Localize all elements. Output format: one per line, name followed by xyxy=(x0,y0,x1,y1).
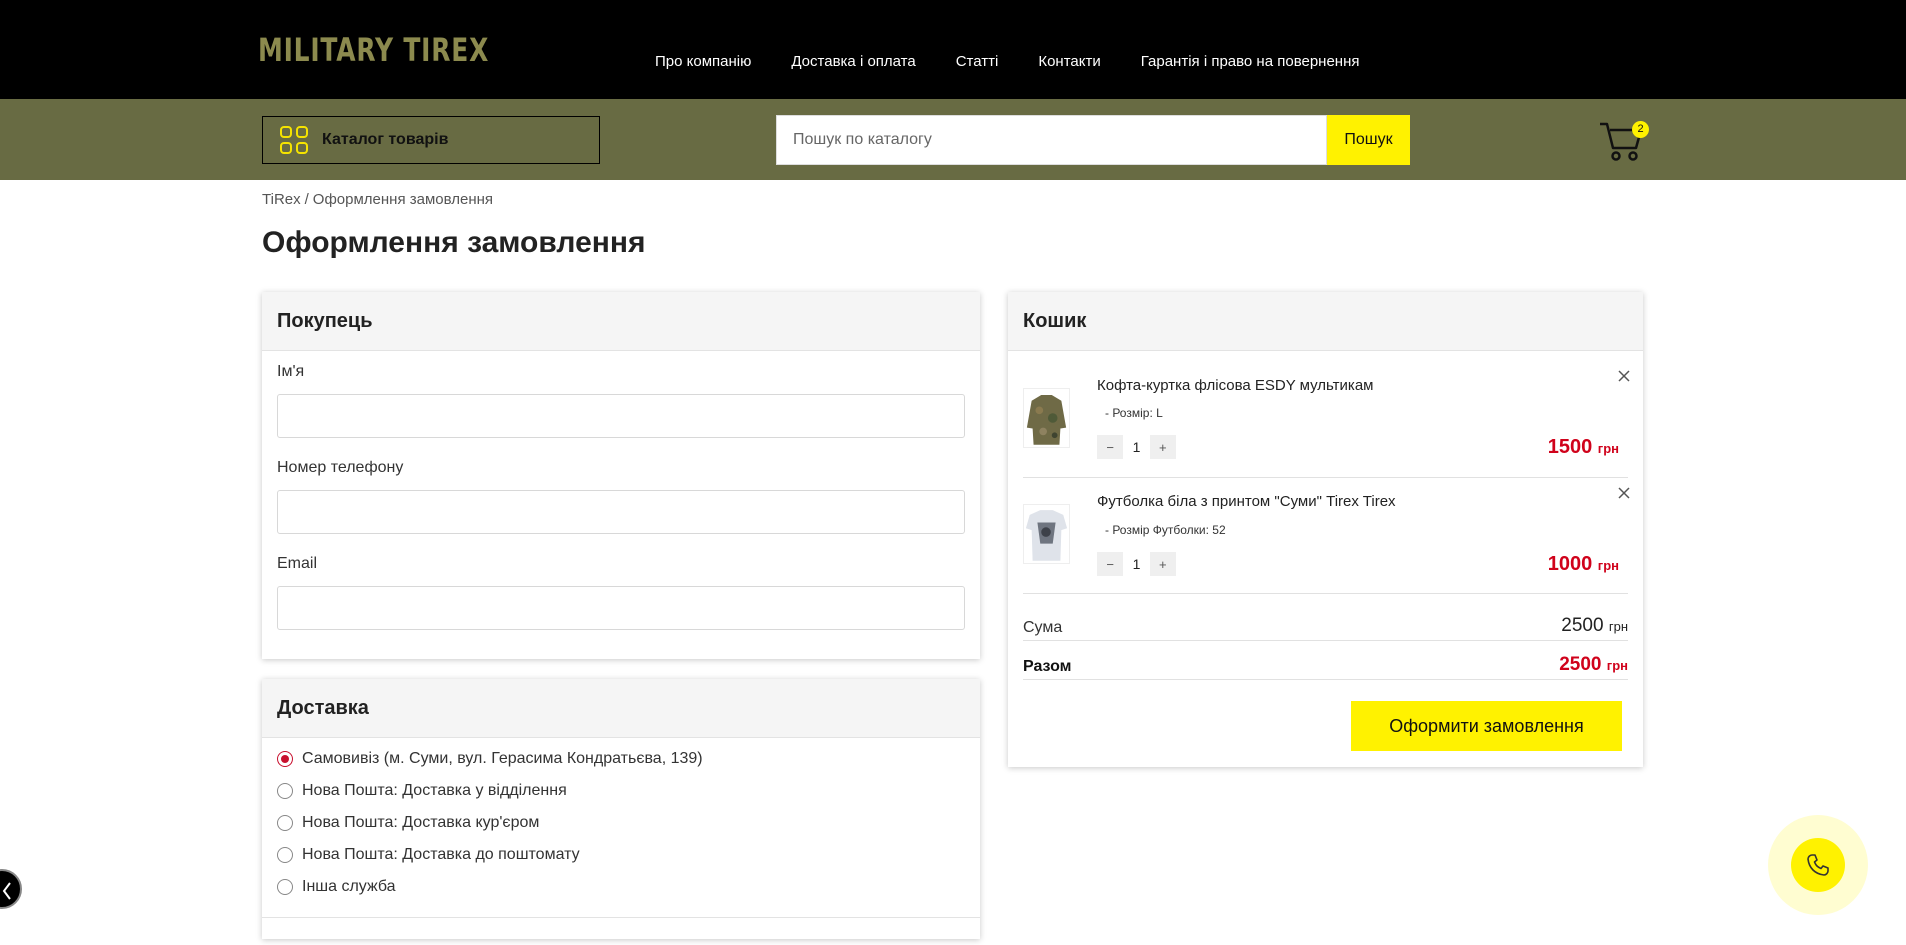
chevron-left-icon xyxy=(2,882,11,900)
price-value: 1500 xyxy=(1547,436,1593,458)
sum-label: Сума xyxy=(1023,619,1063,636)
delivery-option-pickup[interactable]: Самовивіз (м. Суми, вул. Герасима Кондра… xyxy=(277,750,703,768)
cart-item-option: - Розмір Футболки: 52 xyxy=(1105,523,1226,537)
delivery-option-other[interactable]: Інша служба xyxy=(277,878,396,896)
search-button[interactable]: Пошук xyxy=(1327,115,1410,165)
radio-checked-icon[interactable] xyxy=(277,751,293,767)
main-nav: Про компанію Доставка і оплата Статті Ко… xyxy=(655,53,1400,70)
total-amount: 2500 xyxy=(1559,654,1602,675)
divider xyxy=(1023,640,1628,641)
cart-item-option: - Розмір: L xyxy=(1105,406,1163,420)
cart-item-price: 1000 грн xyxy=(1548,553,1619,576)
cart-item-name[interactable]: Кофта-куртка флісова ESDY мультикам xyxy=(1097,377,1373,394)
divider xyxy=(262,917,980,918)
product-thumbnail[interactable] xyxy=(1023,504,1070,564)
quantity-stepper: − 1 + xyxy=(1097,552,1176,576)
radio-icon[interactable] xyxy=(277,815,293,831)
nav-warranty[interactable]: Гарантія і право на повернення xyxy=(1141,53,1360,70)
delivery-option-np-courier[interactable]: Нова Пошта: Доставка кур'єром xyxy=(277,814,539,832)
place-order-button[interactable]: Оформити замовлення xyxy=(1351,701,1622,751)
radio-icon[interactable] xyxy=(277,879,293,895)
qty-value[interactable]: 1 xyxy=(1123,435,1150,459)
buyer-panel-title: Покупець xyxy=(262,292,980,351)
price-value: 1000 xyxy=(1547,553,1593,575)
delivery-panel: Доставка Самовивіз (м. Суми, вул. Гераси… xyxy=(262,679,980,939)
divider xyxy=(1023,593,1628,594)
nav-contacts[interactable]: Контакти xyxy=(1038,53,1100,70)
delivery-option-label: Нова Пошта: Доставка до поштомату xyxy=(302,846,580,863)
nav-about[interactable]: Про компанію xyxy=(655,53,751,70)
email-label: Email xyxy=(277,555,318,572)
nav-articles[interactable]: Статті xyxy=(956,53,999,70)
price-currency: грн xyxy=(1597,441,1619,456)
phone-field[interactable] xyxy=(277,490,965,534)
quantity-stepper: − 1 + xyxy=(1097,435,1176,459)
sum-value: 2500 грн xyxy=(1561,615,1628,637)
breadcrumb-separator: / xyxy=(304,191,309,208)
delivery-panel-title: Доставка xyxy=(262,679,980,738)
delivery-option-label: Інша служба xyxy=(302,878,396,895)
qty-decrease-button[interactable]: − xyxy=(1097,435,1123,459)
delivery-option-label: Самовивіз (м. Суми, вул. Герасима Кондра… xyxy=(302,750,703,767)
divider xyxy=(1023,679,1628,680)
total-label: Разом xyxy=(1023,658,1072,675)
qty-increase-button[interactable]: + xyxy=(1150,435,1176,459)
remove-item-icon[interactable] xyxy=(1616,368,1632,384)
sum-amount: 2500 xyxy=(1561,615,1604,636)
phone-icon xyxy=(1807,854,1829,876)
cart-panel-title: Кошик xyxy=(1008,292,1643,351)
name-label: Ім'я xyxy=(277,363,305,380)
top-header: MILITARY TIREX Про компанію Доставка і о… xyxy=(0,0,1906,99)
logo-text: MILITARY TIREX xyxy=(258,31,490,69)
breadcrumb: TiRex / Оформлення замовлення xyxy=(262,191,493,208)
radio-icon[interactable] xyxy=(277,847,293,863)
delivery-option-np-parcel-locker[interactable]: Нова Пошта: Доставка до поштомату xyxy=(277,846,580,864)
price-currency: грн xyxy=(1597,558,1619,573)
remove-item-icon[interactable] xyxy=(1616,485,1632,501)
delivery-option-np-branch[interactable]: Нова Пошта: Доставка у відділення xyxy=(277,782,567,800)
phone-label: Номер телефону xyxy=(277,459,404,476)
catalog-label: Каталог товарів xyxy=(322,131,449,148)
cart-item-price: 1500 грн xyxy=(1548,436,1619,459)
qty-value[interactable]: 1 xyxy=(1123,552,1150,576)
nav-delivery-payment[interactable]: Доставка і оплата xyxy=(791,53,915,70)
catalog-button[interactable]: Каталог товарів xyxy=(262,116,600,164)
page-title: Оформлення замовлення xyxy=(262,226,646,259)
radio-icon[interactable] xyxy=(277,783,293,799)
buyer-panel: Покупець Ім'я Номер телефону Email xyxy=(262,292,980,659)
product-thumbnail[interactable] xyxy=(1023,388,1070,448)
cart-item-name[interactable]: Футболка біла з принтом "Суми" Tirex Tir… xyxy=(1097,493,1396,510)
site-logo[interactable]: MILITARY TIREX xyxy=(258,12,552,88)
callback-button[interactable] xyxy=(1791,838,1845,892)
delivery-option-label: Нова Пошта: Доставка у відділення xyxy=(302,782,567,799)
divider xyxy=(1023,477,1628,478)
search-input[interactable] xyxy=(776,115,1327,165)
qty-increase-button[interactable]: + xyxy=(1150,552,1176,576)
total-value: 2500 грн xyxy=(1559,654,1628,676)
delivery-option-label: Нова Пошта: Доставка кур'єром xyxy=(302,814,540,831)
sum-currency: грн xyxy=(1608,619,1628,634)
catalog-grid-icon xyxy=(280,126,308,154)
qty-decrease-button[interactable]: − xyxy=(1097,552,1123,576)
email-field[interactable] xyxy=(277,586,965,630)
cart-panel: Кошик Кофта-куртка флісова ESDY мультика… xyxy=(1008,292,1643,767)
name-field[interactable] xyxy=(277,394,965,438)
search-form: Пошук xyxy=(776,115,1410,165)
breadcrumb-current: Оформлення замовлення xyxy=(312,191,494,208)
cart-count-badge: 2 xyxy=(1632,121,1649,138)
total-currency: грн xyxy=(1606,658,1628,673)
back-button[interactable] xyxy=(0,869,22,909)
breadcrumb-home[interactable]: TiRex xyxy=(262,191,301,208)
